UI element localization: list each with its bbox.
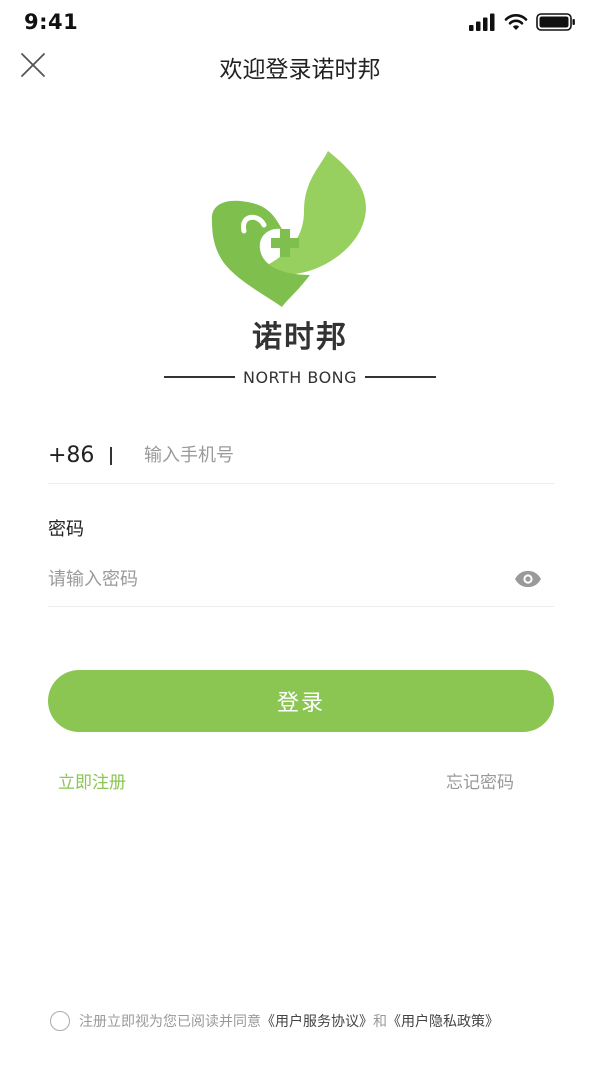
status-bar: 9:41 (0, 0, 600, 44)
page-title: 欢迎登录诺时邦 (219, 57, 381, 83)
privacy-policy-link[interactable]: 《用户隐私政策》 (387, 1011, 499, 1031)
nav-bar: 欢迎登录诺时邦 (0, 44, 600, 88)
wifi-icon (504, 14, 528, 30)
password-visibility-toggle[interactable] (512, 567, 544, 591)
divider-line (164, 376, 235, 378)
password-label: 密码 (48, 519, 84, 540)
leaf-cross-logo-icon (211, 151, 366, 307)
register-link[interactable]: 立即注册 (58, 768, 126, 793)
phone-input[interactable] (144, 445, 554, 466)
divider-line (365, 376, 436, 378)
eye-icon (515, 571, 541, 587)
signal-icon (469, 13, 495, 31)
country-code-selector[interactable]: +86 (48, 443, 100, 468)
phone-field-row: +86 (48, 428, 554, 484)
agreement-text: 注册立即视为您已阅读并同意 (79, 1014, 261, 1030)
agreement-row: 注册立即视为您已阅读并同意 《用户服务协议》 和 《用户隐私政策》 (50, 1010, 570, 1032)
brand-name-en-row: NORTH BONG (164, 367, 436, 387)
password-field-row (48, 552, 554, 607)
country-code-separator (110, 446, 112, 465)
status-time: 9:41 (24, 10, 79, 34)
forgot-password-link[interactable]: 忘记密码 (446, 768, 514, 793)
agreement-checkbox[interactable] (50, 1011, 70, 1031)
brand-name-cn: 诺时邦 (252, 320, 348, 355)
agreement-and-text: 和 (373, 1014, 387, 1030)
app-logo (200, 145, 400, 315)
brand-name-en: NORTH BONG (242, 367, 358, 387)
login-button[interactable]: 登录 (48, 670, 554, 732)
service-agreement-link[interactable]: 《用户服务协议》 (261, 1011, 373, 1031)
battery-icon (536, 13, 575, 31)
password-input[interactable] (48, 568, 512, 590)
status-icons (468, 12, 576, 32)
